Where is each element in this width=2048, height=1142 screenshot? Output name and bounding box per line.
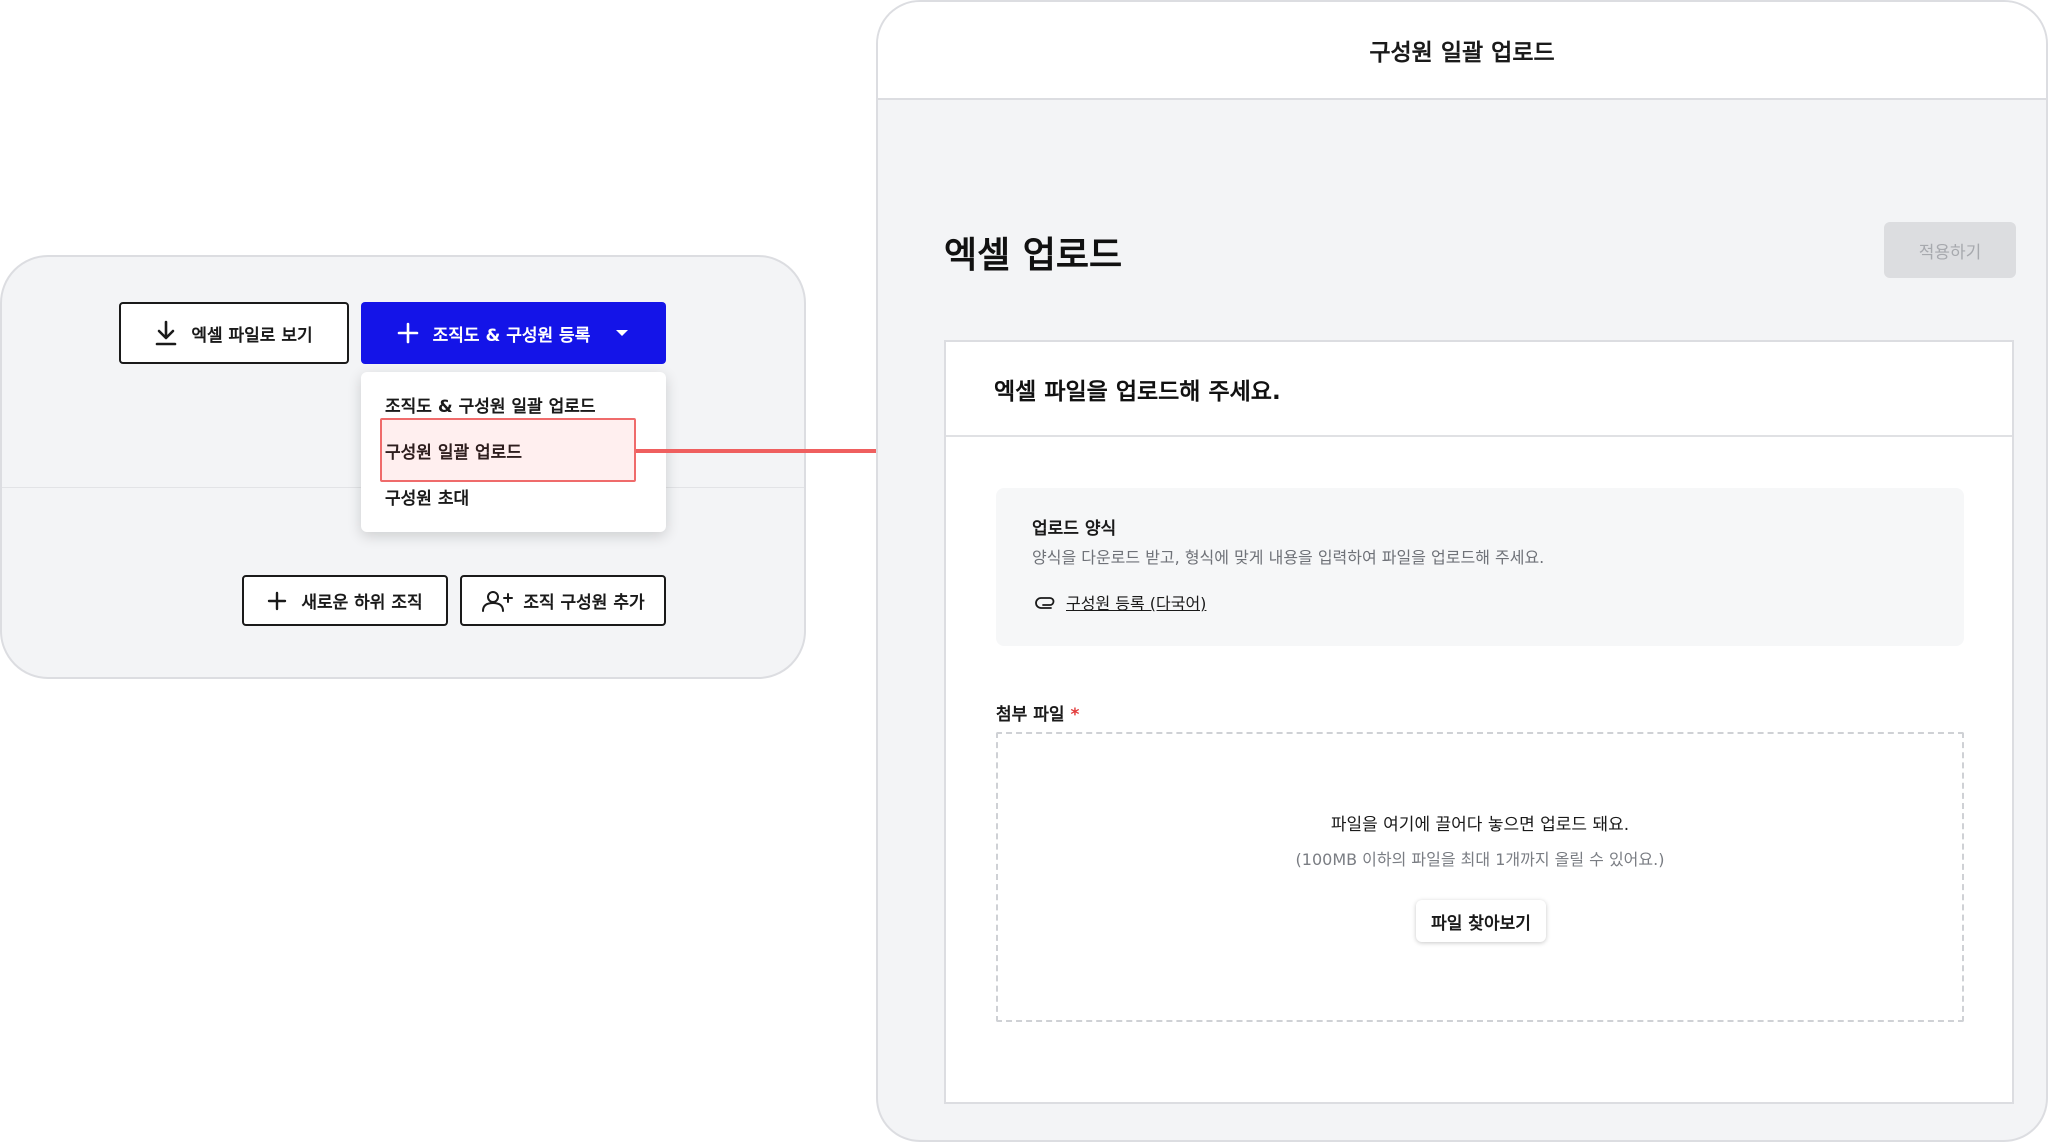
download-icon [156,320,177,346]
paperclip-icon [1035,597,1055,609]
selected-item-highlight [380,418,636,482]
modal-title: 구성원 일괄 업로드 [1369,40,1555,66]
excel-view-button[interactable]: 엑셀 파일로 보기 [119,302,349,364]
plus-icon [268,591,287,610]
browse-file-button[interactable]: 파일 찾아보기 [1416,900,1546,942]
add-user-icon [482,590,514,612]
card-title: 엑셀 파일을 업로드해 주세요. [994,379,1281,405]
template-description: 양식을 다운로드 받고, 형식에 맞게 내용을 입력하여 파일을 업로드해 주세… [1032,548,1545,567]
attach-file-text: 첨부 파일 [996,705,1065,725]
template-link-label: 구성원 등록 (다국어) [1066,594,1207,613]
register-dropdown-button[interactable]: 조직도 & 구성원 등록 [361,302,666,364]
required-mark: * [1070,705,1080,725]
template-title: 업로드 양식 [1032,519,1117,539]
plus-icon [397,322,418,344]
flow-arrow-line [636,449,904,453]
new-sub-org-button[interactable]: 새로운 하위 조직 [242,575,448,626]
file-dropzone[interactable]: 파일을 여기에 끌어다 놓으면 업로드 돼요. (100MB 이하의 파일을 최… [996,732,1964,1022]
modal-header: 구성원 일괄 업로드 [878,2,2046,100]
template-info-box: 업로드 양식 양식을 다운로드 받고, 형식에 맞게 내용을 입력하여 파일을 … [996,488,1964,646]
dropdown-item-member-invite[interactable]: 구성원 초대 [385,484,469,509]
bulk-upload-modal: 구성원 일괄 업로드 엑셀 업로드 적용하기 엑셀 파일을 업로드해 주세요. … [876,0,2048,1142]
dropdown-item-org-member-bulk-upload[interactable]: 조직도 & 구성원 일괄 업로드 [385,392,596,417]
add-member-button[interactable]: 조직 구성원 추가 [460,575,666,626]
page-title: 엑셀 업로드 [944,235,1123,276]
excel-view-label: 엑셀 파일로 보기 [191,325,313,346]
dropzone-instruction: 파일을 여기에 끌어다 놓으면 업로드 돼요. [1330,815,1630,835]
new-sub-org-label: 새로운 하위 조직 [301,593,423,613]
add-member-label: 조직 구성원 추가 [523,593,645,613]
register-label: 조직도 & 구성원 등록 [432,325,591,346]
apply-button[interactable]: 적용하기 [1884,222,2016,278]
template-download-link[interactable]: 구성원 등록 (다국어) [1034,590,1206,614]
upload-card: 엑셀 파일을 업로드해 주세요. 업로드 양식 양식을 다운로드 받고, 형식에… [944,340,2014,1104]
caret-down-icon [616,330,629,336]
card-divider [946,435,2012,437]
dropzone-limit-note: (100MB 이하의 파일을 최대 1개까지 올릴 수 있어요.) [1295,850,1665,869]
attach-file-label: 첨부 파일 * [996,700,1079,725]
